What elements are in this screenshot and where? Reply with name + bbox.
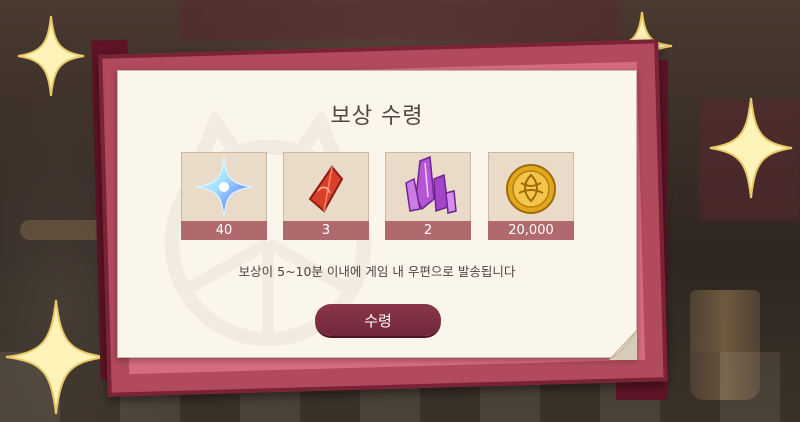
reward-slot[interactable]: 3 — [283, 152, 369, 240]
sparkle-icon — [709, 97, 793, 199]
sparkle-icon — [5, 299, 107, 415]
reward-slot[interactable]: 2 — [385, 152, 471, 240]
reward-quantity: 2 — [385, 221, 471, 240]
page-fold-corner — [609, 330, 637, 360]
purple-crystal-cluster-icon — [405, 155, 457, 214]
reward-slot[interactable]: 40 — [181, 152, 267, 240]
gold-coin-icon — [506, 164, 556, 214]
delivery-notice: 보상이 5~10분 이내에 게임 내 우편으로 발송됩니다 — [238, 264, 516, 279]
reward-slot[interactable]: 20,000 — [488, 152, 574, 240]
reward-quantity: 20,000 — [488, 221, 574, 240]
claim-button[interactable]: 수령 — [315, 304, 441, 336]
red-gem-shard-icon — [308, 165, 344, 213]
reward-quantity: 40 — [181, 221, 267, 240]
dialog-title: 보상 수령 — [330, 104, 424, 129]
curtain-top — [180, 0, 620, 40]
star-crystal-icon — [195, 156, 253, 218]
reward-quantity: 3 — [283, 221, 369, 240]
sparkle-icon — [17, 15, 85, 97]
